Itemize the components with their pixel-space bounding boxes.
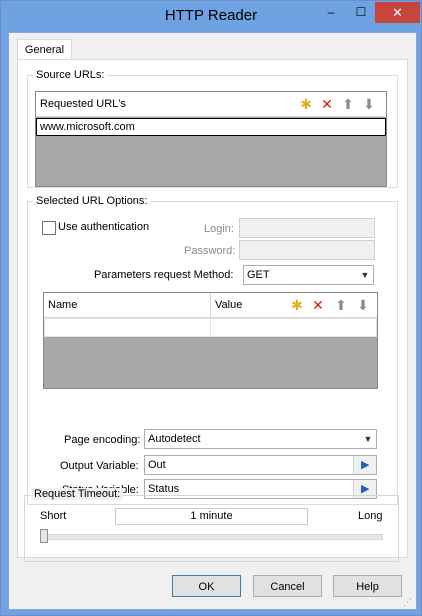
output-variable-field[interactable]: Out ▶ xyxy=(144,455,377,475)
parameters-header: Name Value ✱ ✕ ⬆ ⬇ xyxy=(44,293,377,318)
timeout-long-label: Long xyxy=(358,510,383,522)
name-column: Name xyxy=(48,299,78,311)
login-field[interactable] xyxy=(239,218,375,238)
parameter-name-cell[interactable] xyxy=(44,318,211,337)
parameter-value-cell[interactable] xyxy=(210,318,377,337)
password-label: Password: xyxy=(184,245,236,257)
method-value: GET xyxy=(247,269,270,281)
timeout-slider-thumb[interactable] xyxy=(40,529,48,543)
tab-general[interactable]: General xyxy=(17,39,72,60)
play-icon: ▶ xyxy=(361,483,370,495)
page-encoding-select[interactable]: Autodetect ▼ xyxy=(144,429,377,449)
move-down-icon[interactable]: ⬇ xyxy=(355,297,371,313)
chevron-down-icon: ▼ xyxy=(360,270,370,280)
login-label: Login: xyxy=(204,223,234,235)
output-variable-value: Out xyxy=(148,459,166,471)
add-parameter-icon[interactable]: ✱ xyxy=(289,297,305,313)
timeout-slider-track[interactable] xyxy=(40,534,383,540)
add-url-icon[interactable]: ✱ xyxy=(298,96,314,112)
delete-parameter-icon[interactable]: ✕ xyxy=(310,297,326,313)
source-urls-header: Requested URL's ✱ ✕ ⬆ ⬇ xyxy=(36,92,386,117)
source-urls-legend: Source URLs: xyxy=(33,69,108,81)
move-down-icon[interactable]: ⬇ xyxy=(361,96,377,112)
delete-url-icon[interactable]: ✕ xyxy=(319,96,335,112)
dialog-client: General Source URLs: Requested URL's ✱ ✕… xyxy=(8,32,417,610)
requested-urls-column: Requested URL's xyxy=(40,98,126,110)
request-timeout-legend: Request Timeout: xyxy=(31,488,124,500)
output-variable-label: Output Variable: xyxy=(60,460,139,472)
minimize-button[interactable]: – xyxy=(318,2,344,23)
page-encoding-value: Autodetect xyxy=(148,433,201,445)
method-select[interactable]: GET ▼ xyxy=(243,265,374,285)
parameters-grid[interactable]: Name Value ✱ ✕ ⬆ ⬇ xyxy=(43,292,378,389)
help-button[interactable]: Help xyxy=(333,575,402,597)
dialog-window: HTTP Reader – ☐ ✕ General Source URLs: R… xyxy=(0,0,422,616)
chevron-down-icon: ▼ xyxy=(363,434,373,444)
password-field[interactable] xyxy=(239,240,375,260)
tab-panel-general: Source URLs: Requested URL's ✱ ✕ ⬆ ⬇ www… xyxy=(17,59,408,558)
use-authentication-label: Use authentication xyxy=(58,221,150,233)
move-up-icon[interactable]: ⬆ xyxy=(333,297,349,313)
url-options-legend: Selected URL Options: xyxy=(33,195,151,207)
output-variable-button[interactable]: ▶ xyxy=(353,456,376,474)
request-timeout-group xyxy=(24,495,399,562)
close-button[interactable]: ✕ xyxy=(375,2,420,23)
use-authentication-checkbox[interactable] xyxy=(42,221,56,235)
play-icon: ▶ xyxy=(361,459,370,471)
timeout-value-display: 1 minute xyxy=(115,508,308,525)
move-up-icon[interactable]: ⬆ xyxy=(340,96,356,112)
page-encoding-label: Page encoding: xyxy=(64,434,141,446)
source-urls-grid[interactable]: Requested URL's ✱ ✕ ⬆ ⬇ www.microsoft.co… xyxy=(35,91,387,187)
column-divider xyxy=(210,293,211,317)
ok-button[interactable]: OK xyxy=(172,575,241,597)
cancel-button[interactable]: Cancel xyxy=(253,575,322,597)
title-bar[interactable]: HTTP Reader – ☐ ✕ xyxy=(1,1,421,32)
url-row[interactable]: www.microsoft.com xyxy=(36,118,386,136)
resize-grip-icon[interactable]: ⋰ xyxy=(403,597,413,607)
timeout-short-label: Short xyxy=(40,510,67,522)
value-column: Value xyxy=(215,299,243,311)
method-label: Parameters request Method: xyxy=(94,269,234,281)
maximize-button[interactable]: ☐ xyxy=(348,2,374,23)
status-variable-value: Status xyxy=(148,483,180,495)
